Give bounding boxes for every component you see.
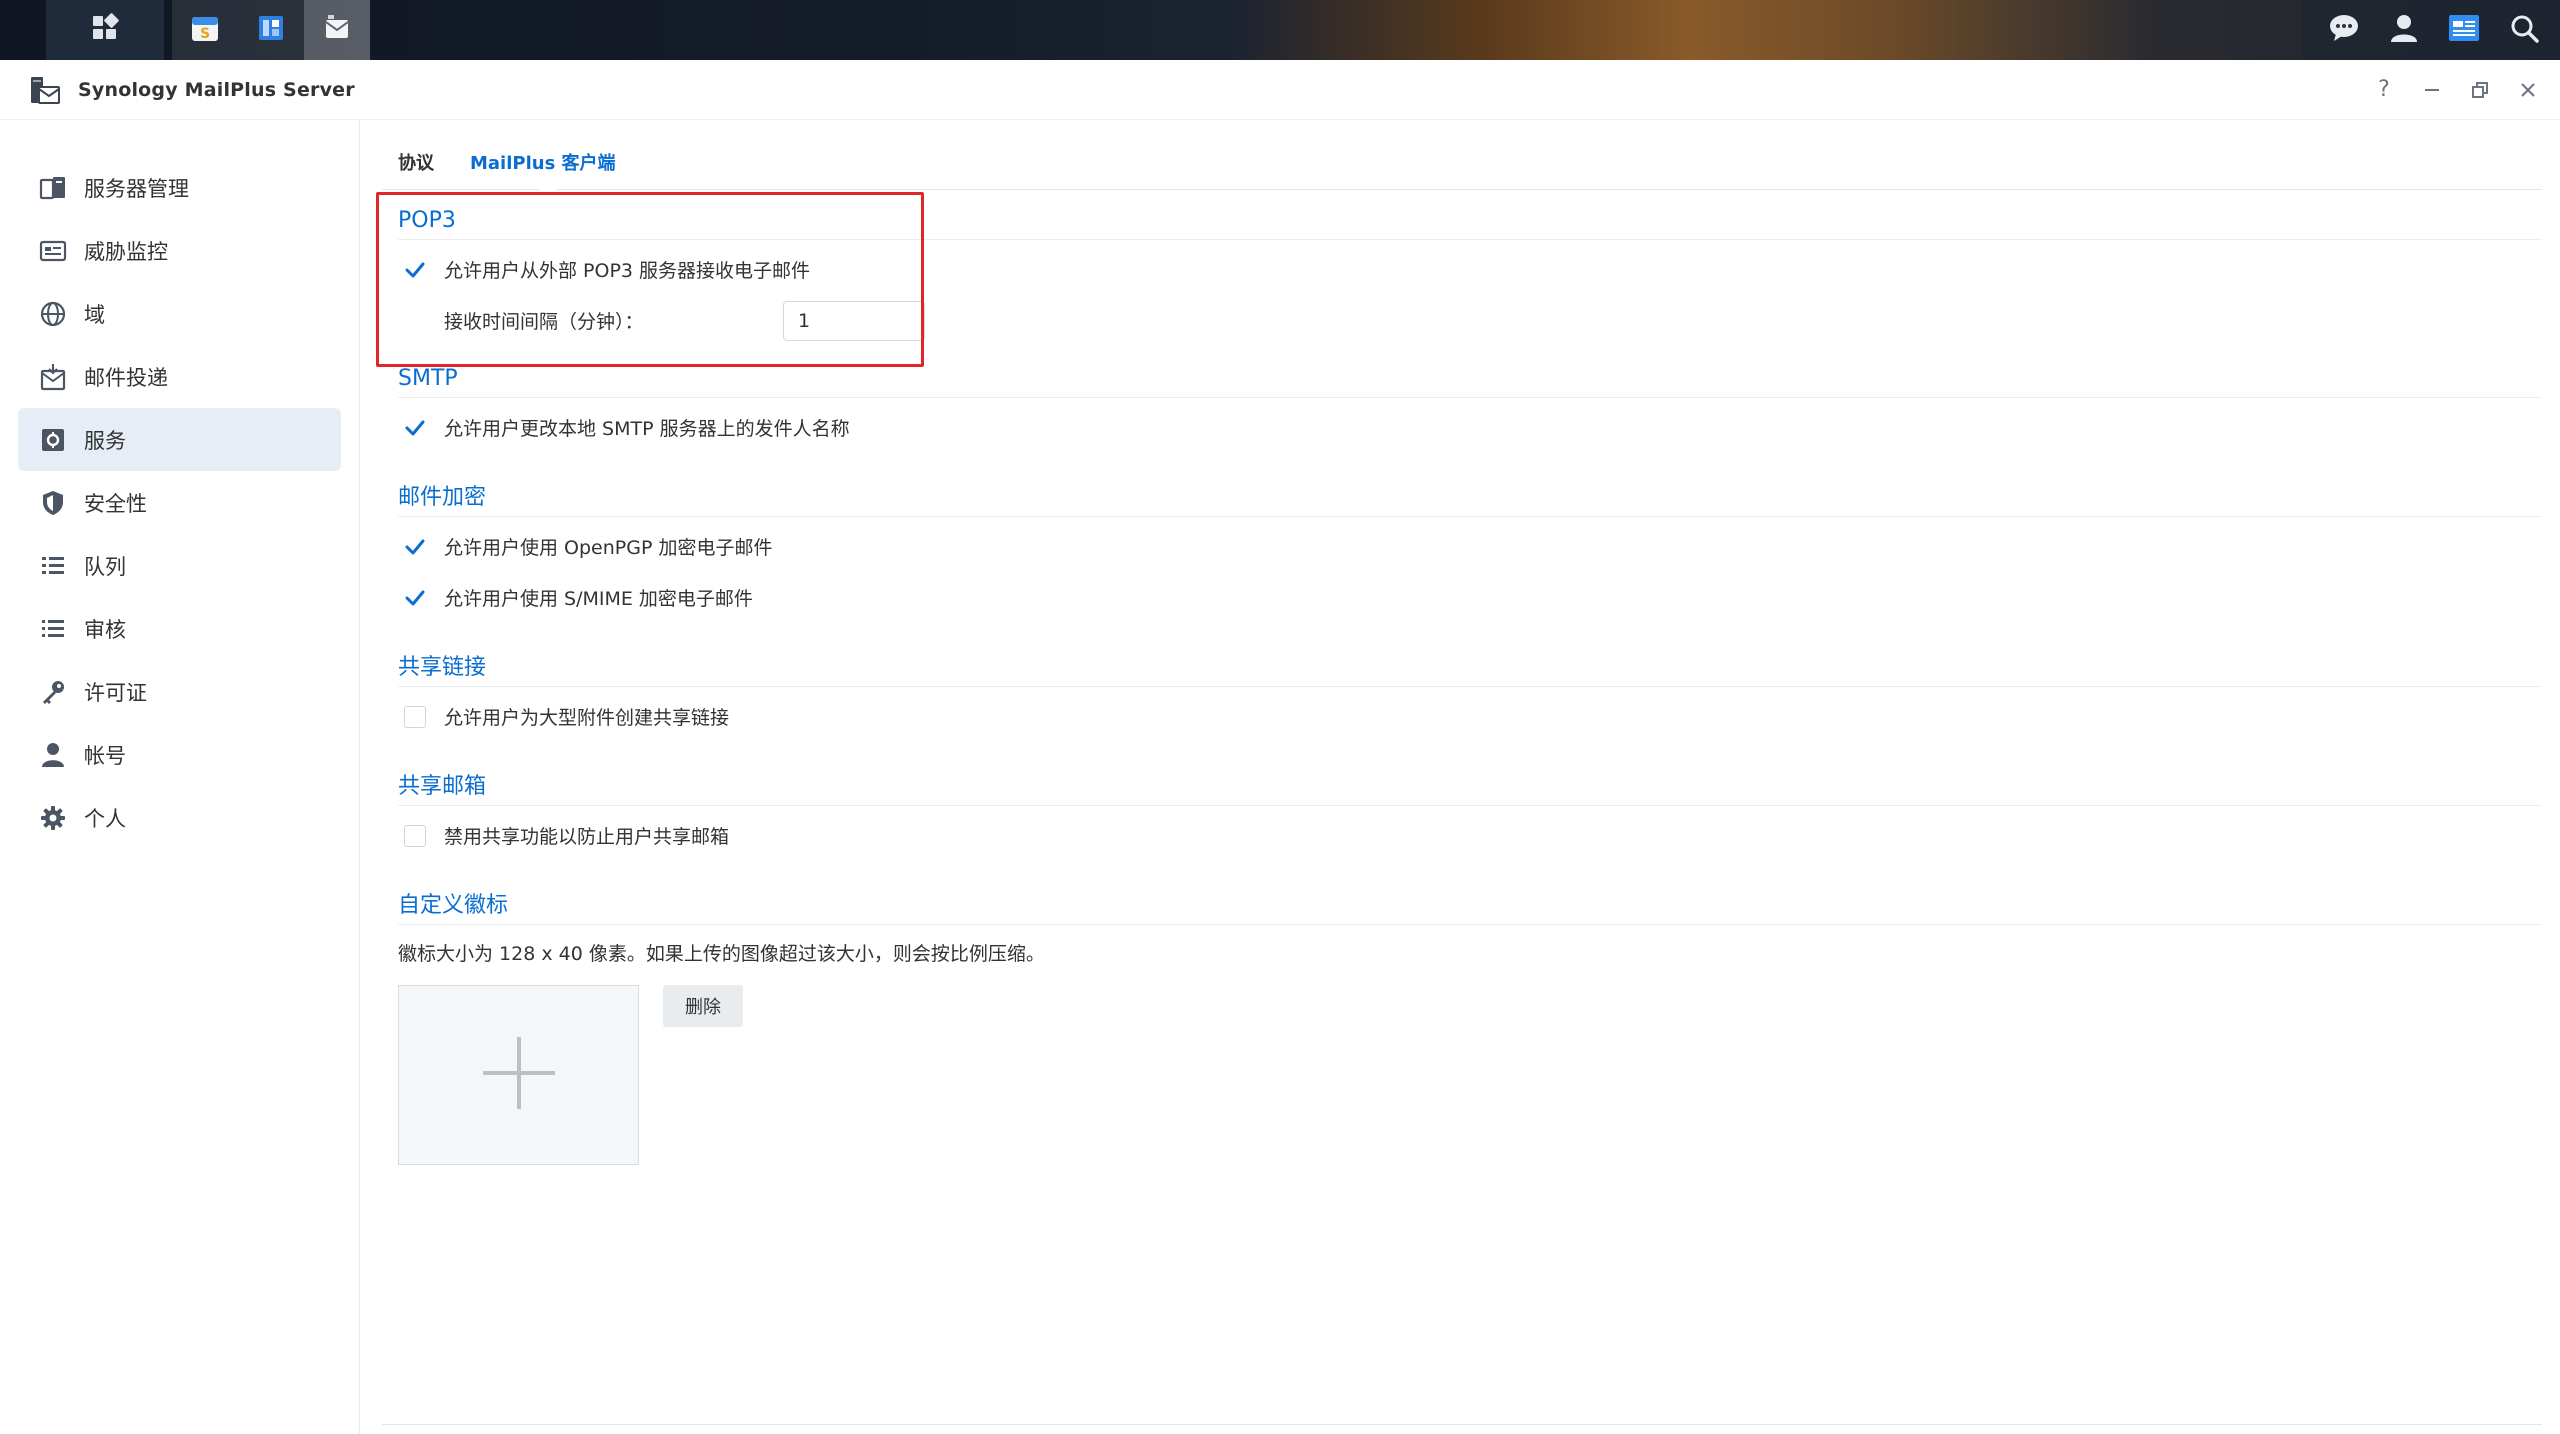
checkbox-disable-share-mailbox[interactable]: [404, 824, 426, 847]
checkbox-openpgp[interactable]: [404, 536, 426, 558]
grid-icon: [90, 13, 120, 47]
checkbox-create-share-link[interactable]: [404, 705, 426, 728]
sidebar-item-domain[interactable]: 域: [18, 282, 341, 345]
sidebar-item-label: 邮件投递: [84, 365, 168, 390]
label-openpgp: 允许用户使用 OpenPGP 加密电子邮件: [444, 537, 773, 559]
taskbar-left: S: [0, 0, 370, 60]
sidebar-item-label: 个人: [84, 806, 126, 831]
sidebar-item-service[interactable]: 服务: [18, 408, 341, 471]
sidebar-item-queue[interactable]: 队列: [18, 534, 341, 597]
sidebar-item-security[interactable]: 安全性: [18, 471, 341, 534]
sidebar: 服务器管理 威胁监控 域 邮件投递 服务 安全性 队列 审核 许可证 帐号 个人: [0, 120, 360, 1434]
section-title-shared-mailbox: 共享邮箱: [398, 768, 2542, 806]
taskbar-app-package-center[interactable]: S: [172, 0, 238, 60]
sidebar-item-label: 服务: [84, 428, 126, 453]
sidebar-item-personal[interactable]: 个人: [18, 786, 341, 849]
user-icon: [2389, 13, 2419, 47]
sidebar-item-label: 域: [84, 302, 105, 327]
section-title-encryption: 邮件加密: [398, 479, 2542, 517]
sidebar-item-audit[interactable]: 审核: [18, 597, 341, 660]
help-icon[interactable]: ?: [2370, 76, 2398, 104]
taskbar-apps: S: [172, 0, 370, 60]
checkbox-smime[interactable]: [404, 587, 426, 609]
service-icon: [38, 425, 68, 455]
active-tab-indicator: [538, 180, 558, 190]
chat-button[interactable]: [2314, 0, 2374, 60]
sidebar-item-label: 许可证: [84, 680, 147, 705]
widgets-button[interactable]: [2434, 0, 2494, 60]
taskbar-app-control-panel[interactable]: [238, 0, 304, 60]
option-openpgp[interactable]: 允许用户使用 OpenPGP 加密电子邮件: [398, 521, 2542, 572]
sidebar-item-label: 帐号: [84, 743, 126, 768]
globe-icon: [38, 299, 68, 329]
sidebar-item-label: 队列: [84, 554, 126, 579]
label-create-share-link: 允许用户为大型附件创建共享链接: [444, 707, 730, 729]
sidebar-item-mail-delivery[interactable]: 邮件投递: [18, 345, 341, 408]
search-icon: [2509, 13, 2539, 47]
sidebar-item-label: 安全性: [84, 491, 147, 516]
section-title-custom-logo: 自定义徽标: [398, 887, 2542, 925]
sidebar-item-label: 威胁监控: [84, 239, 168, 264]
label-disable-share-mailbox: 禁用共享功能以防止用户共享邮箱: [444, 826, 730, 848]
section-mail-encryption: 邮件加密 允许用户使用 OpenPGP 加密电子邮件 允许用户使用 S/MIME…: [382, 479, 2542, 623]
widgets-icon: [2448, 13, 2480, 47]
mail-delivery-icon: [38, 362, 68, 392]
section-title-share-link: 共享链接: [398, 649, 2542, 687]
threat-monitor-icon: [38, 236, 68, 266]
gear-icon: [38, 803, 68, 833]
window-controls: ?: [2370, 76, 2542, 104]
control-panel-icon: [254, 11, 288, 49]
queue-icon: [38, 551, 68, 581]
sidebar-item-server-management[interactable]: 服务器管理: [18, 156, 341, 219]
sidebar-item-label: 审核: [84, 617, 126, 642]
close-icon[interactable]: [2514, 76, 2542, 104]
svg-text:S: S: [200, 26, 210, 42]
checkbox-smtp-change-sender[interactable]: [404, 417, 426, 439]
taskbar-right: [2302, 0, 2560, 60]
plus-icon: [481, 1035, 557, 1115]
taskbar-app-mailplus-server[interactable]: [304, 0, 370, 60]
shield-icon: [38, 488, 68, 518]
taskbar: S: [0, 0, 2560, 60]
minimize-icon[interactable]: [2418, 76, 2446, 104]
sidebar-item-label: 服务器管理: [84, 176, 189, 201]
logo-upload-box[interactable]: [398, 985, 639, 1165]
sidebar-item-threat-monitor[interactable]: 威胁监控: [18, 219, 341, 282]
section-custom-logo: 自定义徽标 徽标大小为 128 x 40 像素。如果上传的图像超过该大小，则会按…: [382, 887, 2542, 1165]
label-smtp-change-sender: 允许用户更改本地 SMTP 服务器上的发件人名称: [444, 418, 850, 440]
tab-protocol[interactable]: 协议: [398, 149, 434, 189]
custom-logo-description: 徽标大小为 128 x 40 像素。如果上传的图像超过该大小，则会按比例压缩。: [398, 942, 1045, 965]
option-smtp-change-sender[interactable]: 允许用户更改本地 SMTP 服务器上的发件人名称: [398, 402, 2542, 453]
restore-icon[interactable]: [2466, 76, 2494, 104]
search-button[interactable]: [2494, 0, 2554, 60]
mailplus-server-icon: [320, 11, 354, 49]
main-menu-button[interactable]: [46, 0, 164, 60]
audit-icon: [38, 614, 68, 644]
window-titlebar[interactable]: Synology MailPlus Server ?: [0, 60, 2560, 120]
package-center-icon: S: [188, 11, 222, 49]
window-title: Synology MailPlus Server: [78, 78, 355, 101]
server-icon: [38, 173, 68, 203]
key-icon: [38, 677, 68, 707]
option-smime[interactable]: 允许用户使用 S/MIME 加密电子邮件: [398, 572, 2542, 623]
user-button[interactable]: [2374, 0, 2434, 60]
option-create-share-link[interactable]: 允许用户为大型附件创建共享链接: [398, 691, 2542, 742]
account-icon: [38, 740, 68, 770]
footer-divider: [382, 1424, 2542, 1425]
section-shared-mailbox: 共享邮箱 禁用共享功能以防止用户共享邮箱: [382, 768, 2542, 861]
mailplus-server-logo-icon: [28, 73, 62, 107]
custom-logo-area: 删除: [398, 985, 2542, 1165]
tab-bar: 协议 MailPlus 客户端: [382, 120, 2542, 190]
label-smime: 允许用户使用 S/MIME 加密电子邮件: [444, 588, 753, 610]
sidebar-item-license[interactable]: 许可证: [18, 660, 341, 723]
sidebar-item-account[interactable]: 帐号: [18, 723, 341, 786]
section-share-link: 共享链接 允许用户为大型附件创建共享链接: [382, 649, 2542, 742]
delete-logo-button[interactable]: 删除: [663, 985, 743, 1027]
section-smtp: SMTP 允许用户更改本地 SMTP 服务器上的发件人名称: [382, 360, 2542, 453]
pop3-highlight-box: [376, 192, 924, 367]
option-disable-share-mailbox[interactable]: 禁用共享功能以防止用户共享邮箱: [398, 810, 2542, 861]
chat-icon: [2328, 13, 2360, 47]
